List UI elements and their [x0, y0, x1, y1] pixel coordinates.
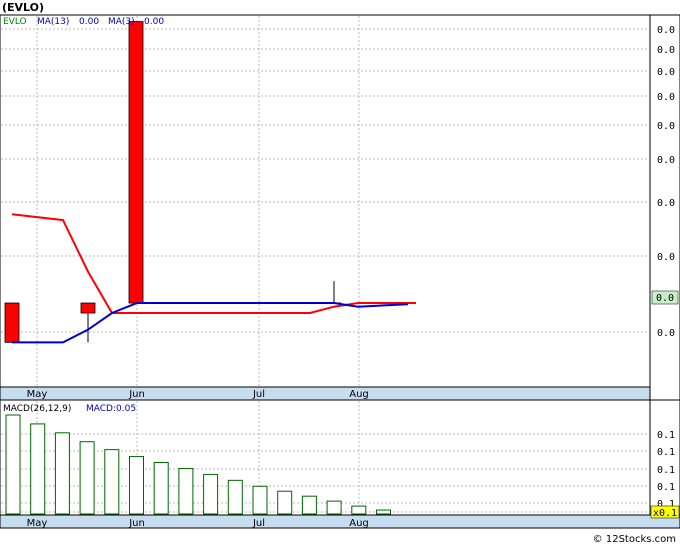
price-y-tick-label: 0.0 — [657, 92, 675, 103]
macd-y-tick-label: 0.1 — [657, 430, 675, 441]
macd-histogram-bar — [277, 490, 293, 515]
legend-ma3-label: MA(3) — [108, 17, 135, 27]
legend-ma13-label: MA(13) — [37, 17, 69, 27]
price-y-tick-label: 0.0 — [657, 121, 675, 132]
ticker-title: (EVLO) — [2, 1, 44, 14]
month-label: Jun — [128, 389, 145, 400]
macd-histogram-bar — [351, 505, 367, 515]
stock-chart: 0.0 0.0 0.0 0.0 0.0 0.0 0.0 0.0 0.0 0.1 0.1 0.1 0.1… — [0, 1, 680, 545]
candle-body — [80, 302, 96, 314]
macd-histogram-bar — [79, 441, 95, 515]
macd-histogram-bar — [203, 473, 219, 515]
month-label: Aug — [349, 389, 369, 400]
month-label: Jun — [128, 518, 145, 529]
macd-y-tick-label: 0.1 — [657, 465, 675, 476]
macd-y-tick-label: 0.1 — [657, 447, 675, 458]
macd-histogram-bar — [178, 467, 194, 515]
price-y-tick-label: 0.0 — [657, 155, 675, 166]
last-price-label: 0.0 — [656, 293, 674, 304]
month-label: Aug — [349, 518, 369, 529]
price-y-tick-label: 0.0 — [657, 25, 675, 36]
macd-histogram-bar — [30, 423, 46, 515]
macd-histogram-bar — [54, 432, 70, 515]
month-label: May — [27, 518, 48, 529]
price-y-tick-label: 0.0 — [657, 45, 675, 56]
macd-histogram-bar — [376, 509, 391, 515]
macd-histogram-bar — [326, 500, 342, 515]
macd-y-tick-label: 0.1 — [657, 482, 675, 493]
price-y-tick-label: 0.0 — [657, 67, 675, 78]
candle-body — [128, 21, 144, 304]
macd-title: MACD(26,12,9) — [3, 404, 71, 414]
macd-histogram-bar — [227, 479, 243, 515]
legend-ma3-value: 0.00 — [144, 17, 164, 27]
legend-ticker: EVLO — [3, 17, 27, 27]
macd-value-label: MACD:0.05 — [86, 404, 136, 414]
price-y-tick-label: 0.0 — [657, 252, 675, 263]
macd-histogram-bar — [153, 462, 169, 515]
macd-histogram-bar — [129, 456, 144, 515]
macd-histogram-bar — [301, 495, 317, 515]
macd-tag-label: x0.1 — [653, 508, 677, 519]
footer-credit: © 12Stocks.com — [593, 534, 676, 545]
month-axis-band-bottom — [0, 514, 680, 529]
month-label: Jul — [252, 518, 265, 529]
legend-ma13-value: 0.00 — [79, 17, 99, 27]
month-axis-band-top — [0, 386, 651, 401]
price-y-tick-label: 0.0 — [657, 328, 675, 339]
macd-histogram-bar — [104, 449, 120, 515]
candle-body — [4, 302, 20, 343]
price-y-tick-label: 0.0 — [657, 198, 675, 209]
month-label: Jul — [252, 389, 265, 400]
month-label: May — [27, 389, 48, 400]
macd-histogram-bar — [5, 414, 21, 515]
macd-histogram-bar — [252, 485, 268, 515]
macd-panel-frame — [0, 399, 651, 516]
